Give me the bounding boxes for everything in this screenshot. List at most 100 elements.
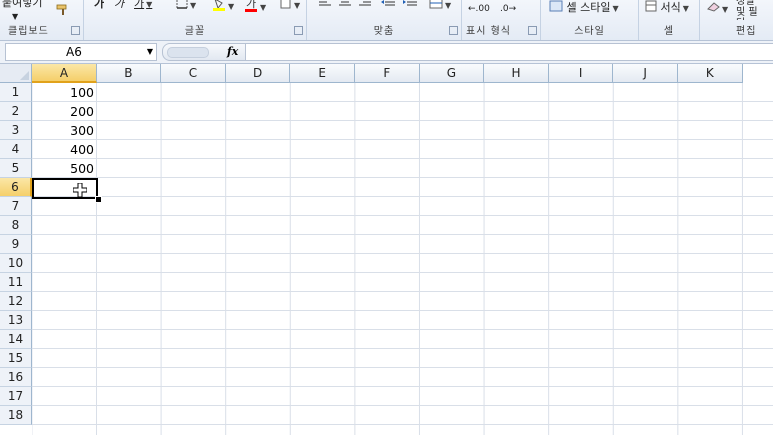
column-header-g[interactable]: G xyxy=(419,64,485,83)
align-center-icon[interactable] xyxy=(339,0,351,16)
styles-group: 셀 스타일 ▼ 스타일 xyxy=(541,0,639,40)
cell-area[interactable] xyxy=(32,83,773,435)
row-header-1[interactable]: 1 xyxy=(0,83,32,102)
name-box[interactable]: A6 ▼ xyxy=(5,43,157,61)
font-color-icon: 가 xyxy=(244,0,258,17)
fill-color-dropdown-icon: ▼ xyxy=(228,2,235,11)
row-header-6[interactable]: 6 xyxy=(0,178,32,197)
row-header-17[interactable]: 17 xyxy=(0,387,32,406)
row-header-18[interactable]: 18 xyxy=(0,406,32,425)
column-header-c[interactable]: C xyxy=(161,64,226,83)
merge-dropdown-icon: ▼ xyxy=(445,1,452,10)
format-icon xyxy=(645,0,657,16)
cells-group: 서식 ▼ 셀 xyxy=(639,0,700,40)
row-header-8[interactable]: 8 xyxy=(0,216,32,235)
paste-button[interactable]: 붙여넣기 xyxy=(2,0,42,14)
row-header-4[interactable]: 4 xyxy=(0,140,32,159)
decrease-decimal-button[interactable]: .0→ xyxy=(500,2,516,20)
column-header-j[interactable]: J xyxy=(613,64,678,83)
column-header-b[interactable]: B xyxy=(96,64,162,83)
cell-a5[interactable]: 500 xyxy=(32,159,96,178)
cell-style-icon xyxy=(549,0,563,16)
font-color-dropdown-icon: ▼ xyxy=(260,3,267,12)
underline-dropdown-icon: ▼ xyxy=(146,0,153,9)
cell-a4[interactable]: 400 xyxy=(32,140,96,159)
cell-a1[interactable]: 100 xyxy=(32,83,96,102)
name-box-dropdown-icon[interactable]: ▼ xyxy=(147,44,153,60)
font-group-label: 글꼴 xyxy=(184,26,206,37)
cell-a2[interactable]: 200 xyxy=(32,102,96,121)
formula-input[interactable] xyxy=(245,43,773,61)
clipboard-launcher-icon[interactable] xyxy=(71,26,80,35)
row-header-10[interactable]: 10 xyxy=(0,254,32,273)
row-header-12[interactable]: 12 xyxy=(0,292,32,311)
eraser-icon xyxy=(706,2,720,16)
row-header-2[interactable]: 2 xyxy=(0,102,32,121)
align-left-icon[interactable] xyxy=(319,0,331,16)
increase-decimal-button[interactable]: ←.00 xyxy=(468,2,490,20)
svg-text:가: 가 xyxy=(246,0,256,10)
merge-center-button[interactable]: ▼ xyxy=(429,0,451,15)
sort-filter-button[interactable]: 정렬 및 필터 xyxy=(736,0,766,20)
column-header-a[interactable]: A xyxy=(32,64,97,83)
alignment-launcher-icon[interactable] xyxy=(449,26,458,35)
column-header-f[interactable]: F xyxy=(355,64,420,83)
format-dropdown-icon: ▼ xyxy=(682,4,689,13)
formula-expand-handle[interactable] xyxy=(167,47,209,58)
fill-handle[interactable] xyxy=(95,196,102,203)
formula-controls: fx xyxy=(162,43,246,61)
borders-icon xyxy=(176,0,188,13)
borders-button[interactable]: ▼ xyxy=(176,0,196,15)
active-cell-a6[interactable] xyxy=(32,178,98,199)
underline-button[interactable]: 가 ▼ xyxy=(134,0,152,15)
paste-label: 붙여넣기 xyxy=(2,0,43,9)
clear-button[interactable]: ▼ xyxy=(706,2,728,20)
font-launcher-icon[interactable] xyxy=(294,26,303,35)
italic-button[interactable]: 가 xyxy=(114,0,124,15)
cell-style-dropdown-icon: ▼ xyxy=(612,4,619,13)
row-header-7[interactable]: 7 xyxy=(0,197,32,216)
alignment-group-label: 맞춤 xyxy=(373,26,395,37)
row-header-15[interactable]: 15 xyxy=(0,349,32,368)
phonetic-button[interactable]: ▼ xyxy=(280,0,300,15)
font-group: 가 가 가 ▼ ▼ ▼ 가 ▼ ▼ 글꼴 xyxy=(84,0,307,40)
cell-style-button[interactable]: 셀 스타일 ▼ xyxy=(549,0,619,18)
column-header-k[interactable]: K xyxy=(678,64,743,83)
column-header-d[interactable]: D xyxy=(225,64,291,83)
align-right-icon[interactable] xyxy=(359,0,371,16)
select-all-button[interactable] xyxy=(0,64,32,83)
increase-decimal-label: .00 xyxy=(475,4,490,14)
column-header-i[interactable]: I xyxy=(548,64,614,83)
format-label: 서식 xyxy=(660,1,681,14)
editing-group: ▼ 정렬 및 필터 편집 xyxy=(700,0,773,40)
formula-bar: A6 ▼ fx xyxy=(0,41,773,64)
bold-button[interactable]: 가 xyxy=(94,0,104,15)
decrease-decimal-icon: → xyxy=(508,4,517,14)
font-color-button[interactable]: 가 ▼ xyxy=(244,0,266,15)
column-header-e[interactable]: E xyxy=(290,64,355,83)
row-header-9[interactable]: 9 xyxy=(0,235,32,254)
row-header-16[interactable]: 16 xyxy=(0,368,32,387)
decrease-indent-icon[interactable] xyxy=(381,0,395,16)
row-header-5[interactable]: 5 xyxy=(0,159,32,178)
row-header-11[interactable]: 11 xyxy=(0,273,32,292)
number-launcher-icon[interactable] xyxy=(528,26,537,35)
increase-indent-icon[interactable] xyxy=(403,0,417,16)
fill-color-button[interactable]: ▼ xyxy=(212,0,234,15)
ribbon: 붙여넣기 ▼ 클립보드 가 가 가 ▼ ▼ ▼ 가 ▼ ▼ 글꼴 ▼ 맞춤 ←.… xyxy=(0,0,773,41)
worksheet-grid: ABCDEFGHIJK 1 2 3 4 5 6 7 8 9 10 11 12 13 14 15 16 17 18 … xyxy=(0,64,773,435)
cell-style-label: 셀 스타일 xyxy=(566,1,611,14)
format-painter-icon[interactable] xyxy=(56,4,70,22)
column-header-h[interactable]: H xyxy=(484,64,549,83)
phonetic-icon xyxy=(280,0,292,13)
alignment-group: ▼ 맞춤 xyxy=(307,0,462,40)
row-header-14[interactable]: 14 xyxy=(0,330,32,349)
insert-function-button[interactable]: fx xyxy=(227,44,238,60)
format-button[interactable]: 서식 ▼ xyxy=(645,0,689,18)
italic-label: 가 xyxy=(114,0,125,10)
row-header-13[interactable]: 13 xyxy=(0,311,32,330)
cell-a3[interactable]: 300 xyxy=(32,121,96,140)
row-header-3[interactable]: 3 xyxy=(0,121,32,140)
merge-center-icon xyxy=(429,0,443,13)
clear-dropdown-icon: ▼ xyxy=(722,5,729,14)
